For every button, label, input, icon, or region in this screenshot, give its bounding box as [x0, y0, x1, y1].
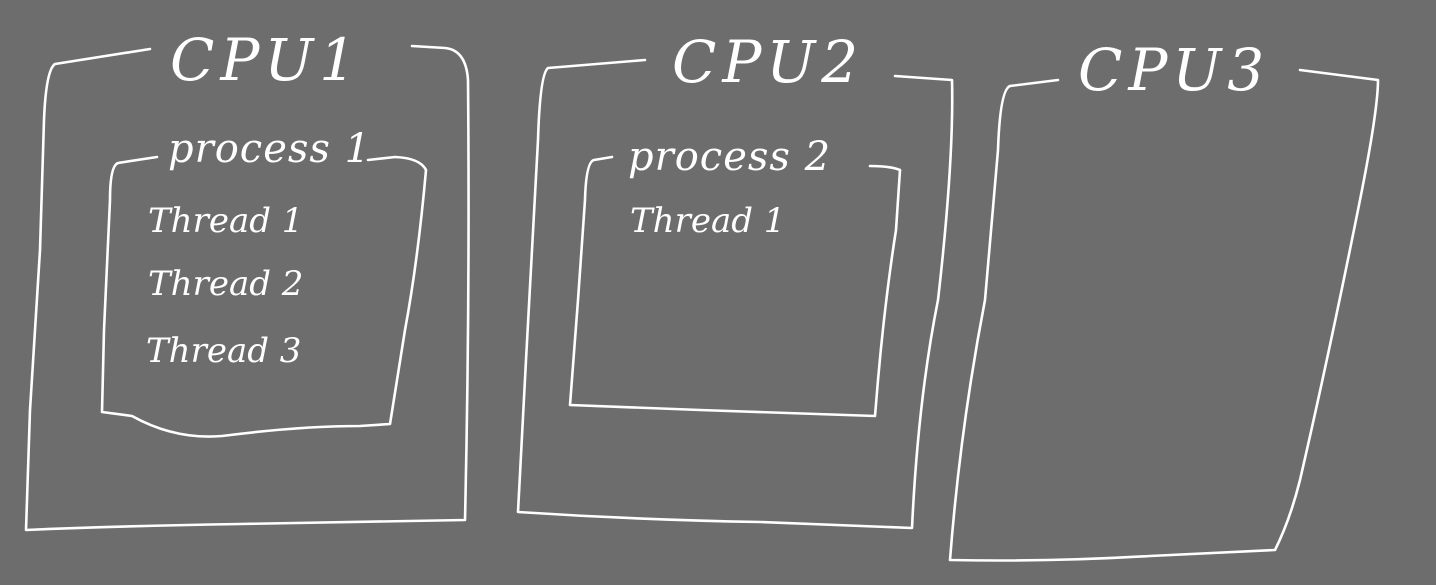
cpu3-title: CPU3 [1078, 36, 1270, 104]
process2-label: process 2 [628, 134, 831, 180]
process1-label: process 1 [168, 126, 371, 172]
cpu-box-3: CPU3 [948, 36, 1380, 562]
cpu2-title: CPU2 [672, 28, 864, 96]
process1-thread-3: Thread 3 [146, 331, 301, 371]
process2-thread-1: Thread 1 [630, 201, 785, 241]
diagram-svg: CPU1 process 1 Thread 1 Thread 2 Thread … [24, 26, 1380, 562]
process2-outline [568, 155, 902, 418]
cpu-box-2: CPU2 process 2 Thread 1 [516, 28, 954, 530]
process-box-1: process 1 Thread 1 Thread 2 Thread 3 [100, 126, 428, 438]
cpu1-title: CPU1 [170, 26, 362, 94]
process1-thread-1: Thread 1 [148, 201, 303, 241]
whiteboard-canvas: CPU1 process 1 Thread 1 Thread 2 Thread … [0, 0, 1436, 585]
cpu-box-1: CPU1 process 1 Thread 1 Thread 2 Thread … [24, 26, 470, 532]
process-box-2: process 2 Thread 1 [568, 134, 902, 418]
cpu3-outline [948, 68, 1380, 562]
process1-thread-2: Thread 2 [148, 264, 303, 304]
